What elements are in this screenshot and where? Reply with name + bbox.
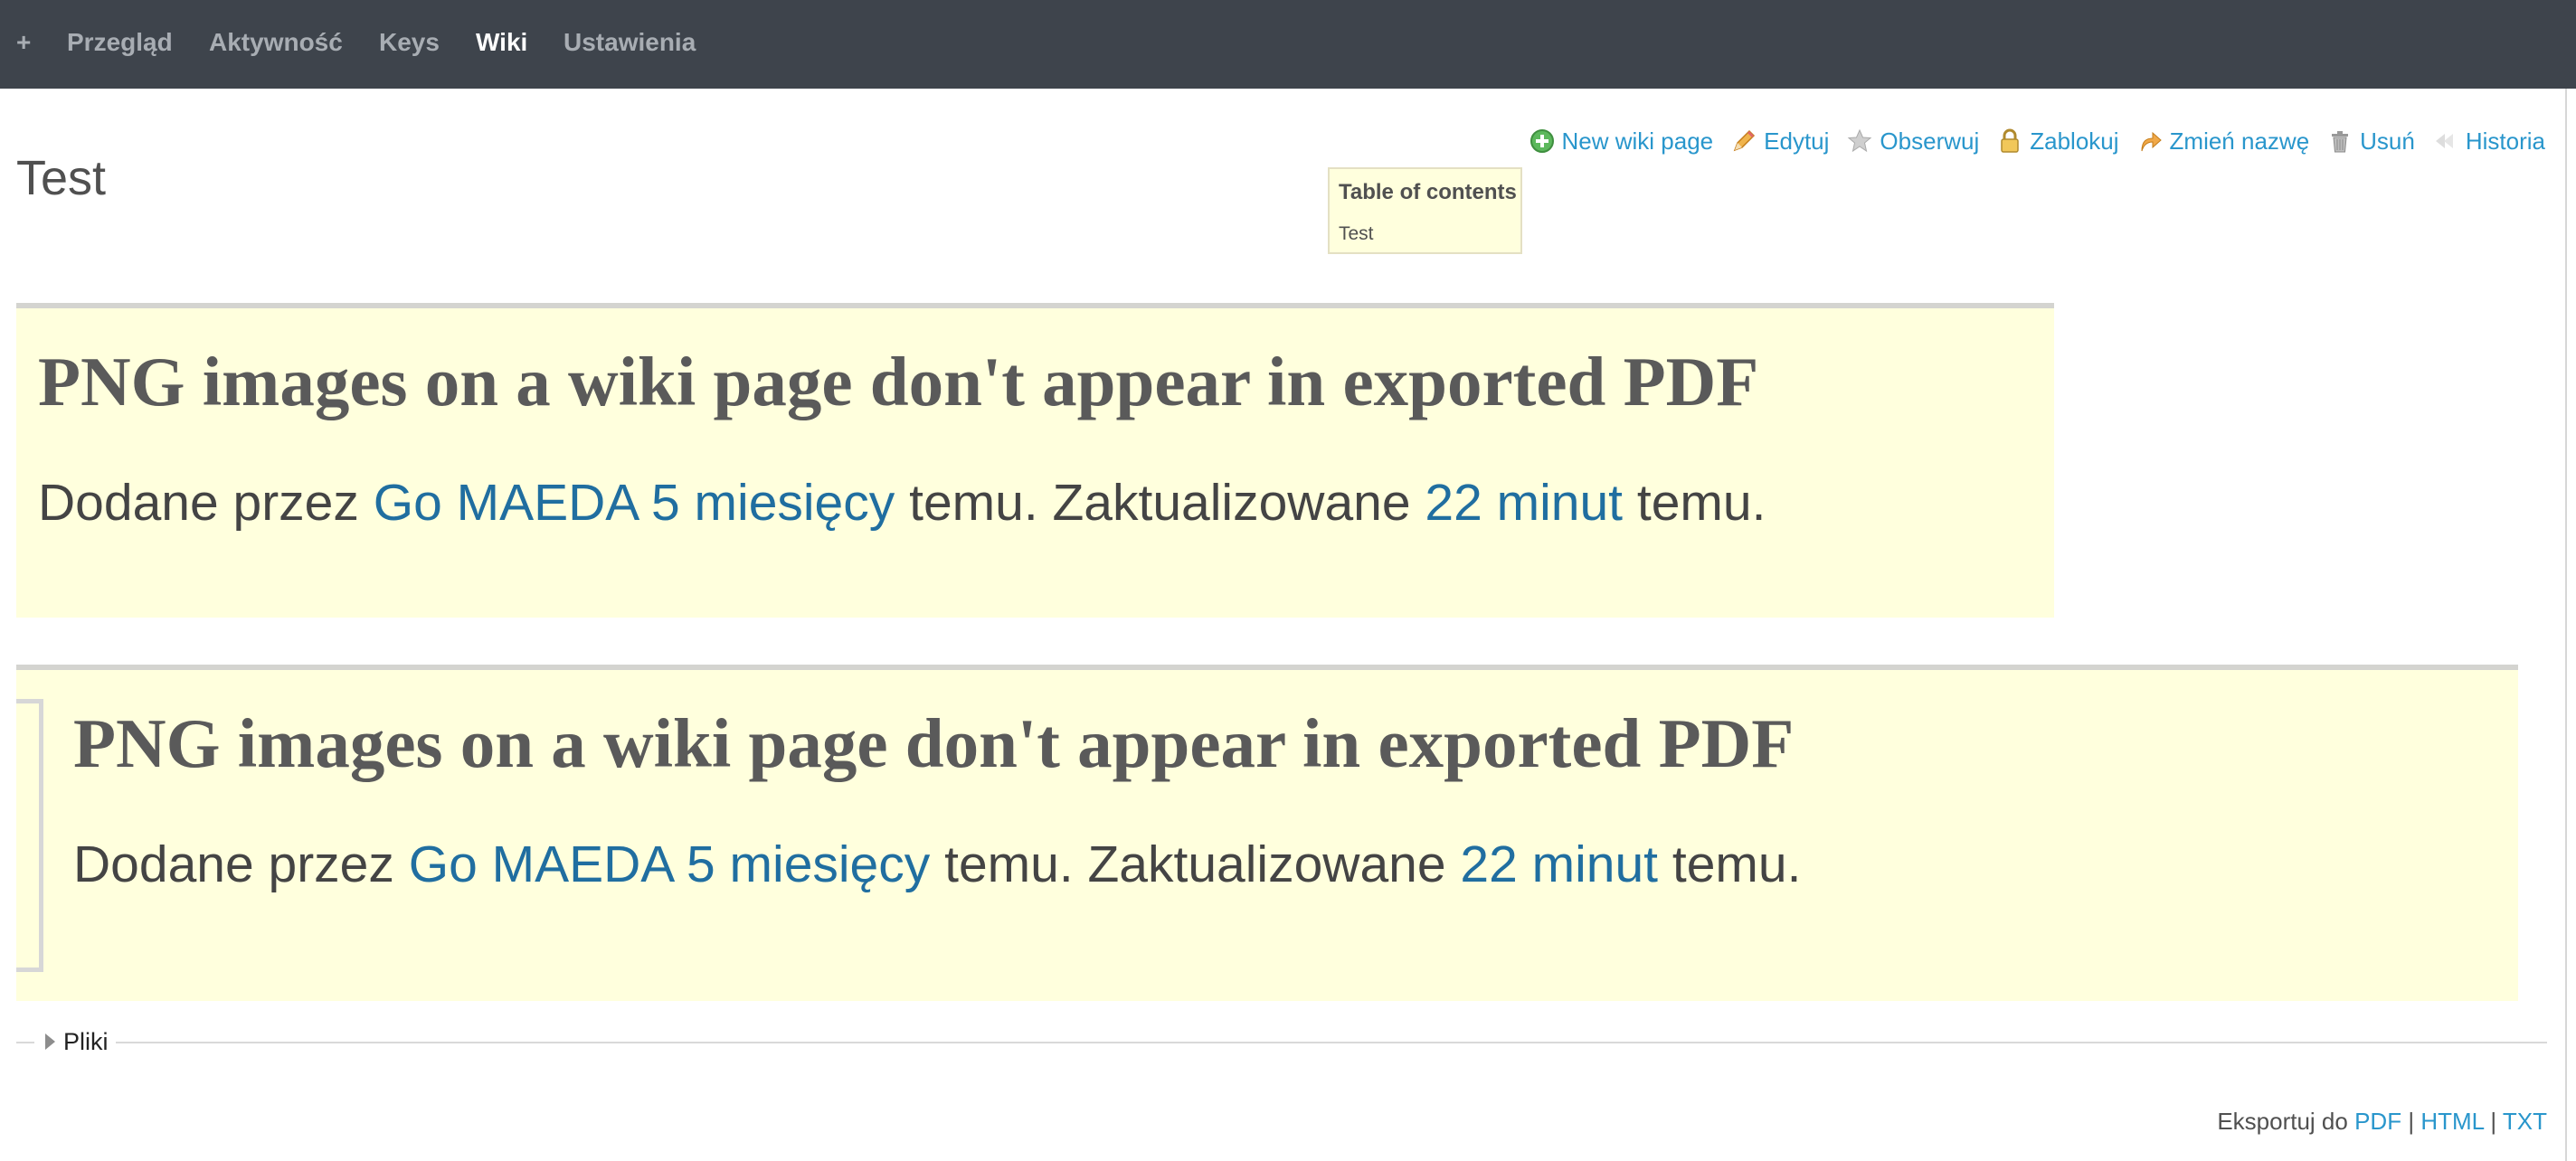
tab-wiki[interactable]: Wiki (476, 27, 527, 58)
lock-icon (2001, 128, 2019, 153)
new-object-menu[interactable]: + (16, 27, 31, 58)
meta-updated: 22 minut (1425, 474, 1624, 532)
embedded-image-1: PNG images on a wiki page don't appear i… (16, 303, 2054, 618)
tab-overview[interactable]: Przegląd (67, 27, 173, 58)
toc-title: Table of contents (1339, 180, 1517, 204)
lock-link[interactable]: Zablokuj (1997, 127, 2119, 156)
delete-label: Usuń (2360, 127, 2415, 155)
scrollbar-edge[interactable] (2565, 89, 2567, 1161)
main-menu: + Przegląd Aktywność Keys Wiki Ustawieni… (0, 0, 2576, 89)
new-wiki-page-link[interactable]: New wiki page (1530, 127, 1714, 156)
files-divider-right (116, 1042, 2547, 1043)
export-separator: | (2408, 1108, 2415, 1135)
rename-label: Zmień nazwę (2169, 127, 2310, 155)
image-left-bracket (16, 699, 43, 972)
image-heading: PNG images on a wiki page don't appear i… (38, 343, 1759, 420)
edit-link[interactable]: Edytuj (1731, 127, 1829, 156)
rename-arrow-icon (2141, 131, 2162, 152)
embedded-image-2: PNG images on a wiki page don't appear i… (16, 665, 2518, 1001)
page-title: Test (16, 151, 107, 205)
table-of-contents: Table of contents Test (1328, 167, 1522, 254)
meta-author: Go MAEDA (408, 835, 673, 893)
tab-activity[interactable]: Aktywność (209, 27, 343, 58)
delete-link[interactable]: Usuń (2327, 127, 2415, 156)
history-link[interactable]: Historia (2433, 127, 2545, 156)
export-pdf-link[interactable]: PDF (2354, 1108, 2401, 1135)
expand-arrow-icon[interactable] (45, 1034, 55, 1050)
export-txt-link[interactable]: TXT (2503, 1108, 2547, 1135)
image-border-top (16, 303, 2054, 308)
meta-author: Go MAEDA (373, 474, 638, 532)
new-wiki-page-label: New wiki page (1561, 127, 1714, 155)
export-prefix: Eksportuj do (2217, 1108, 2348, 1135)
image-heading: PNG images on a wiki page don't appear i… (73, 704, 1795, 782)
export-separator: | (2490, 1108, 2497, 1135)
meta-mid: temu. Zaktualizowane (895, 474, 1425, 532)
image-meta: Dodane przez Go MAEDA 5 miesięcy temu. Z… (38, 472, 1766, 533)
edit-label: Edytuj (1764, 127, 1830, 155)
history-label: Historia (2465, 127, 2545, 155)
files-toggle[interactable]: Pliki (63, 1027, 109, 1056)
meta-prefix: Dodane przez (38, 474, 374, 532)
watch-link[interactable]: Obserwuj (1847, 127, 1979, 156)
rename-link[interactable]: Zmień nazwę (2137, 127, 2310, 156)
history-icon (2435, 134, 2453, 148)
meta-updated: 22 minut (1460, 835, 1659, 893)
contextual-actions: New wiki page Edytuj Obserwuj Zablokuj Z… (1511, 126, 2545, 156)
meta-suffix: temu. (1658, 835, 1802, 893)
trash-icon (2332, 131, 2349, 153)
meta-mid: temu. Zaktualizowane (930, 835, 1461, 893)
watch-label: Obserwuj (1880, 127, 1980, 155)
add-icon (1530, 129, 1554, 153)
export-links: Eksportuj do PDF | HTML | TXT (2217, 1108, 2547, 1135)
tab-keys[interactable]: Keys (379, 27, 440, 58)
lock-label: Zablokuj (2030, 127, 2119, 155)
files-divider-left (16, 1042, 34, 1043)
export-html-link[interactable]: HTML (2420, 1108, 2484, 1135)
image-border-top (16, 665, 2518, 670)
meta-created: 5 miesięcy (687, 835, 931, 893)
meta-suffix: temu. (1623, 474, 1766, 532)
image-meta: Dodane przez Go MAEDA 5 miesięcy temu. Z… (73, 834, 1801, 895)
star-icon (1848, 128, 1872, 153)
meta-created: 5 miesięcy (651, 474, 895, 532)
meta-prefix: Dodane przez (73, 835, 409, 893)
pencil-icon (1733, 129, 1756, 152)
tab-settings[interactable]: Ustawienia (564, 27, 696, 58)
toc-item-test[interactable]: Test (1339, 223, 1374, 245)
